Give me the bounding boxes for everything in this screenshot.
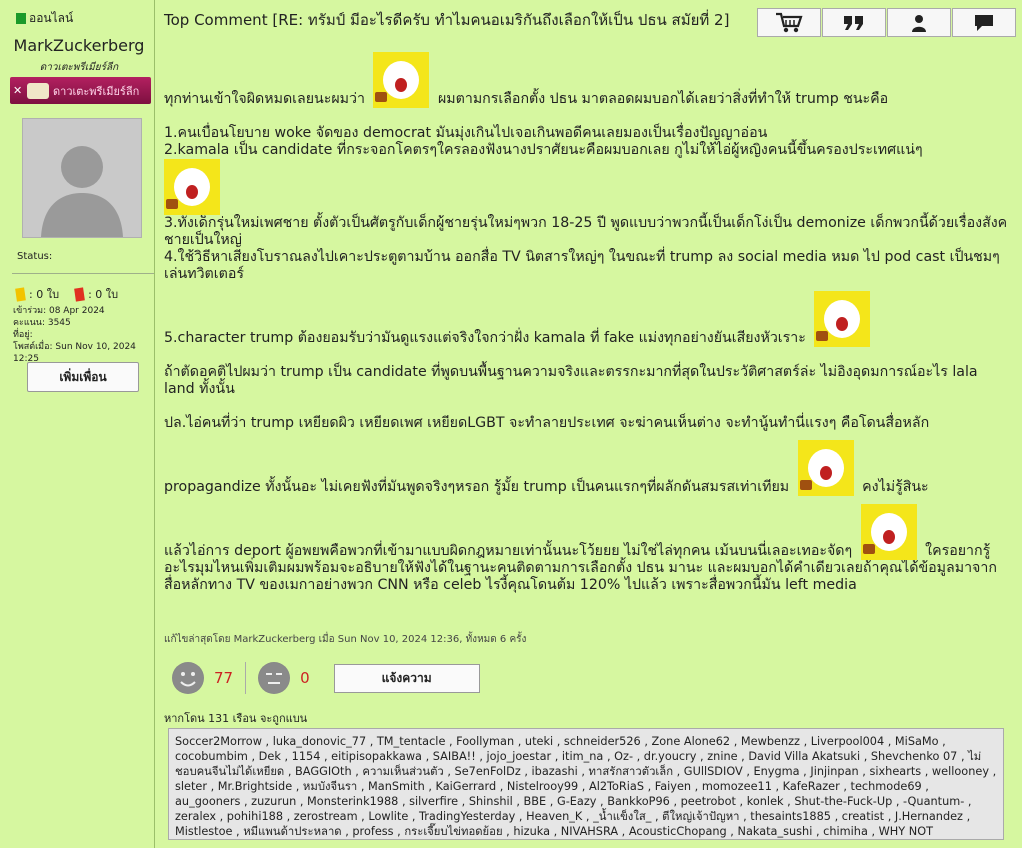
intro-text-b: ผมตามกรเลือกตั้ง ปธน มาตลอดผมบอกได้เลยว่… (437, 91, 889, 107)
cart-button[interactable] (757, 8, 821, 37)
rank-title: ดาวเตะพรีเมียร์ลีก (39, 62, 119, 73)
badge-x-icon: ✕ (13, 83, 23, 97)
like-count: 77 (214, 669, 234, 687)
point-3: 3.ทั้งเด็กรุ่นใหม่เพศชาย ตั้งตัวเป็นศัตร… (164, 215, 1008, 248)
divider (245, 662, 247, 694)
propaganda-paragraph: propagandize ทั้งนั้นอะ ไม่เคยฟังที่มันพ… (164, 440, 1012, 496)
user-location: ที่อยู่: (13, 330, 33, 340)
intro-text-a: ทุกท่านเข้าใจผิดหมดเลยนะผมว่า (164, 91, 365, 107)
yellow-card-icon (15, 286, 26, 302)
username[interactable]: MarkZuckerberg (4, 36, 154, 55)
post-body: ทุกท่านเข้าใจผิดหมดเลยนะผมว่า ผมตามกรเลื… (164, 52, 1012, 594)
rank-badge-text: ดาวเตะพรีเมียร์ลีก (53, 84, 140, 98)
online-indicator-icon (16, 13, 26, 24)
yellow-card-count: : 0 ใบ (29, 288, 60, 301)
point-5: 5.character trump ต้องยอมรับว่ามันดูแรงแ… (164, 330, 806, 346)
laughing-emoji-icon (373, 52, 430, 108)
card-counts: : 0 ใบ : 0 ใบ (15, 285, 119, 303)
deport-paragraph: แล้วไอ่การ deport ผู้อพยพคือพวกที่เข้ามา… (164, 504, 1012, 594)
point-2: 2.kamala เป็น candidate ที่กระจอกโคตรๆใค… (164, 142, 923, 158)
ban-threshold-label: หากโดน 131 เรือน จะถูกแบน (164, 712, 308, 725)
deport-text-a: แล้วไอ่การ deport ผู้อพยพคือพวกที่เข้ามา… (164, 543, 853, 559)
user-icon (912, 14, 926, 32)
dislike-reaction-icon[interactable] (258, 662, 291, 694)
point-1: 1.คนเบื่อนโยบาย woke จัดของ democrat มัน… (164, 125, 768, 141)
profile-button[interactable] (887, 8, 951, 37)
laughing-emoji-icon (797, 440, 854, 496)
divider (12, 273, 154, 274)
join-date: เข้าร่วม: 08 Apr 2024 (13, 306, 105, 316)
ideology-paragraph: ถ้าตัดอคติไปผมว่า trump เป็น candidate ท… (164, 364, 978, 397)
propaganda-text-a: propagandize ทั้งนั้นอะ ไม่เคยฟังที่มันพ… (164, 479, 790, 495)
like-reaction-icon[interactable] (172, 662, 204, 694)
dislike-count: 0 (300, 669, 310, 687)
red-card-icon (74, 286, 85, 302)
point-4: 4.ใช้วิธีหาเสียงโบราณลงไปเคาะประตูตามบ้า… (164, 249, 1000, 282)
ps-paragraph: ปล.ไอ่คนที่ว่า trump เหยียดผิว เหยียดเพศ… (164, 415, 930, 431)
cart-icon (776, 12, 803, 32)
red-card-count: : 0 ใบ (88, 288, 119, 301)
quote-button[interactable] (822, 8, 886, 37)
point-2-emoji-row (164, 159, 1012, 215)
avatar[interactable] (22, 118, 142, 238)
reactions-bar: 77 0 แจ้งความ (172, 662, 480, 694)
ban-user-list: Soccer2Morrow , luka_donovic_77 , TM_ten… (168, 728, 1004, 840)
intro-paragraph: ทุกท่านเข้าใจผิดหมดเลยนะผมว่า ผมตามกรเลื… (164, 52, 1012, 108)
online-status: ออนไลน์ (16, 9, 73, 28)
propaganda-text-b: คงไม่รู้สินะ (862, 479, 929, 495)
add-friend-button[interactable]: เพิ่มเพื่อน (27, 362, 139, 392)
badge-stamp-icon (27, 82, 49, 99)
post-title: Top Comment [RE: ทรัมป์ มีอะไรดีครับ ทำไ… (164, 11, 730, 29)
online-label: ออนไลน์ (29, 11, 74, 25)
laughing-emoji-icon (860, 504, 917, 560)
point-5-paragraph: 5.character trump ต้องยอมรับว่ามันดูแรงแ… (164, 291, 1012, 347)
message-icon (975, 14, 993, 31)
status-label: Status: (17, 251, 53, 262)
user-points: คะแนน: 3545 (13, 318, 71, 328)
laughing-emoji-icon (814, 291, 871, 347)
report-button[interactable]: แจ้งความ (333, 663, 480, 693)
user-meta: เข้าร่วม: 08 Apr 2024 คะแนน: 3545 ที่อยู… (13, 305, 154, 365)
user-sidebar: ออนไลน์ MarkZuckerberg ดาวเตะพรีเมียร์ลี… (4, 0, 155, 848)
message-button[interactable] (952, 8, 1016, 37)
quote-icon (844, 15, 863, 30)
post-toolbar (756, 8, 1016, 37)
laughing-emoji-icon (164, 159, 220, 215)
edit-note: แก้ไขล่าสุดโดย MarkZuckerberg เมื่อ Sun … (164, 634, 527, 645)
rank-badge: ✕ ดาวเตะพรีเมียร์ลีก (10, 77, 151, 104)
